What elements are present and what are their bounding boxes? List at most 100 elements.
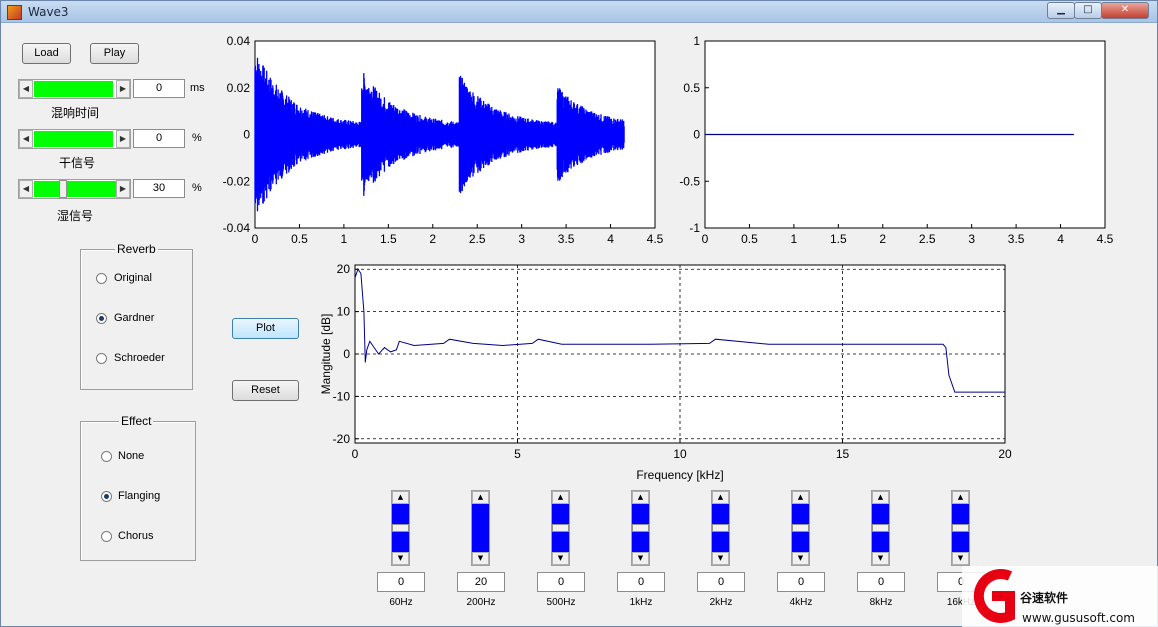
eq-value-field[interactable]: 0 bbox=[537, 572, 585, 592]
eq-thumb[interactable] bbox=[872, 524, 889, 532]
wet-signal-unit: % bbox=[192, 182, 202, 194]
radio-chorus[interactable] bbox=[101, 531, 112, 542]
slider-right-arrow-icon[interactable]: ▶ bbox=[116, 130, 130, 148]
load-button[interactable]: Load bbox=[22, 43, 71, 64]
x-axis-label: Frequency [kHz] bbox=[636, 468, 723, 482]
radio-gardner-label[interactable]: Gardner bbox=[114, 312, 154, 324]
eq-thumb[interactable] bbox=[552, 524, 569, 532]
title-bar[interactable]: Wave3 ▁ □ ✕ bbox=[1, 1, 1157, 23]
eq-slider-3[interactable]: ▲ ▼ bbox=[631, 490, 650, 566]
y-tick-label: 0 bbox=[343, 347, 350, 361]
reverb-time-value[interactable]: 0 bbox=[133, 79, 185, 98]
x-tick-label: 0 bbox=[252, 232, 259, 246]
eq-up-arrow-icon[interactable]: ▲ bbox=[792, 491, 809, 504]
slider-right-arrow-icon[interactable]: ▶ bbox=[116, 180, 130, 198]
eq-slider-5[interactable]: ▲ ▼ bbox=[791, 490, 810, 566]
eq-value-field[interactable]: 20 bbox=[457, 572, 505, 592]
matlab-icon bbox=[7, 5, 22, 20]
radio-schroeder-label[interactable]: Schroeder bbox=[114, 352, 165, 364]
slider-thumb[interactable] bbox=[59, 180, 67, 198]
eq-slider-6[interactable]: ▲ ▼ bbox=[871, 490, 890, 566]
radio-flanging[interactable] bbox=[101, 491, 112, 502]
slider-left-arrow-icon[interactable]: ◀ bbox=[19, 80, 33, 98]
eq-down-arrow-icon[interactable]: ▼ bbox=[712, 552, 729, 565]
eq-down-arrow-icon[interactable]: ▼ bbox=[472, 552, 489, 565]
eq-up-arrow-icon[interactable]: ▲ bbox=[552, 491, 569, 504]
eq-slider-4[interactable]: ▲ ▼ bbox=[711, 490, 730, 566]
maximize-button[interactable]: □ bbox=[1074, 2, 1102, 19]
slider-dry-signal[interactable]: ◀ ▶ bbox=[18, 129, 131, 149]
eq-down-arrow-icon[interactable]: ▼ bbox=[792, 552, 809, 565]
eq-up-arrow-icon[interactable]: ▲ bbox=[872, 491, 889, 504]
radio-flanging-label[interactable]: Flanging bbox=[118, 490, 160, 502]
waveform-chart: 0 0.5 1 1.5 2 2.5 3 3.5 4 4.5 0.04 0.02 0 -0.02 -0.04 bbox=[223, 34, 664, 246]
x-tick-label: 5 bbox=[514, 447, 521, 461]
reverb-group-title: Reverb bbox=[115, 242, 158, 256]
dry-signal-value[interactable]: 0 bbox=[133, 129, 185, 148]
eq-slider-1[interactable]: ▲ ▼ bbox=[471, 490, 490, 566]
reset-button[interactable]: Reset bbox=[232, 380, 299, 401]
eq-slider-2[interactable]: ▲ ▼ bbox=[551, 490, 570, 566]
radio-schroeder[interactable] bbox=[96, 353, 107, 364]
x-tick-label: 10 bbox=[673, 447, 687, 461]
x-tick-label: 2 bbox=[879, 232, 886, 246]
eq-up-arrow-icon[interactable]: ▲ bbox=[472, 491, 489, 504]
radio-gardner[interactable] bbox=[96, 313, 107, 324]
radio-original-label[interactable]: Original bbox=[114, 272, 152, 284]
x-tick-label: 3 bbox=[968, 232, 975, 246]
y-tick-label: 0 bbox=[243, 128, 250, 142]
minimize-button[interactable]: ▁ bbox=[1047, 2, 1075, 19]
eq-slider-7[interactable]: ▲ ▼ bbox=[951, 490, 970, 566]
eq-value-field[interactable]: 0 bbox=[697, 572, 745, 592]
play-button[interactable]: Play bbox=[90, 43, 139, 64]
eq-up-arrow-icon[interactable]: ▲ bbox=[392, 491, 409, 504]
eq-down-arrow-icon[interactable]: ▼ bbox=[392, 552, 409, 565]
eq-slider-0[interactable]: ▲ ▼ bbox=[391, 490, 410, 566]
dry-signal-label: 干信号 bbox=[59, 156, 96, 170]
eq-up-arrow-icon[interactable]: ▲ bbox=[632, 491, 649, 504]
plot-button[interactable]: Plot bbox=[232, 318, 299, 339]
eq-thumb[interactable] bbox=[392, 524, 409, 532]
window-title: Wave3 bbox=[28, 5, 69, 19]
eq-value-field[interactable]: 0 bbox=[777, 572, 825, 592]
eq-band-label: 1kHz bbox=[629, 597, 653, 608]
slider-reverb-time[interactable]: ◀ ▶ bbox=[18, 79, 131, 99]
x-tick-label: 3 bbox=[518, 232, 525, 246]
y-tick-label: -0.04 bbox=[223, 221, 251, 235]
close-button[interactable]: ✕ bbox=[1101, 2, 1149, 19]
eq-up-arrow-icon[interactable]: ▲ bbox=[952, 491, 969, 504]
eq-value-field[interactable]: 0 bbox=[377, 572, 425, 592]
eq-track bbox=[472, 504, 489, 552]
eq-value-field[interactable]: 0 bbox=[857, 572, 905, 592]
eq-thumb[interactable] bbox=[632, 524, 649, 532]
eq-value-field[interactable]: 0 bbox=[617, 572, 665, 592]
app-window: Wave3 ▁ □ ✕ Load Play ◀ ▶ 0 ms 混响时间 ◀ ▶ … bbox=[0, 0, 1158, 627]
effect-group: Effect None Flanging Chorus bbox=[80, 414, 196, 561]
eq-thumb[interactable] bbox=[712, 524, 729, 532]
eq-down-arrow-icon[interactable]: ▼ bbox=[872, 552, 889, 565]
eq-down-arrow-icon[interactable]: ▼ bbox=[952, 552, 969, 565]
eq-up-arrow-icon[interactable]: ▲ bbox=[712, 491, 729, 504]
x-tick-label: 3.5 bbox=[558, 232, 575, 246]
radio-original[interactable] bbox=[96, 273, 107, 284]
slider-wet-signal[interactable]: ◀ ▶ bbox=[18, 179, 131, 199]
y-tick-label: -10 bbox=[333, 389, 351, 403]
eq-thumb[interactable] bbox=[792, 524, 809, 532]
radio-none-label[interactable]: None bbox=[118, 450, 144, 462]
eq-down-arrow-icon[interactable]: ▼ bbox=[552, 552, 569, 565]
radio-none[interactable] bbox=[101, 451, 112, 462]
radio-chorus-label[interactable]: Chorus bbox=[118, 530, 153, 542]
slider-left-arrow-icon[interactable]: ◀ bbox=[19, 130, 33, 148]
dry-signal-unit: % bbox=[192, 132, 202, 144]
eq-thumb[interactable] bbox=[952, 524, 969, 532]
x-tick-label: 0 bbox=[352, 447, 359, 461]
gususoft-watermark: 谷速软件 www.gususoft.com bbox=[962, 566, 1158, 627]
eq-down-arrow-icon[interactable]: ▼ bbox=[632, 552, 649, 565]
slider-left-arrow-icon[interactable]: ◀ bbox=[19, 180, 33, 198]
slider-right-arrow-icon[interactable]: ▶ bbox=[116, 80, 130, 98]
eq-band-label: 2kHz bbox=[709, 597, 733, 608]
y-tick-label: 0 bbox=[693, 128, 700, 142]
eq-band-label: 4kHz bbox=[789, 597, 813, 608]
wet-signal-value[interactable]: 30 bbox=[133, 179, 185, 198]
y-tick-label: 0.5 bbox=[683, 81, 700, 95]
